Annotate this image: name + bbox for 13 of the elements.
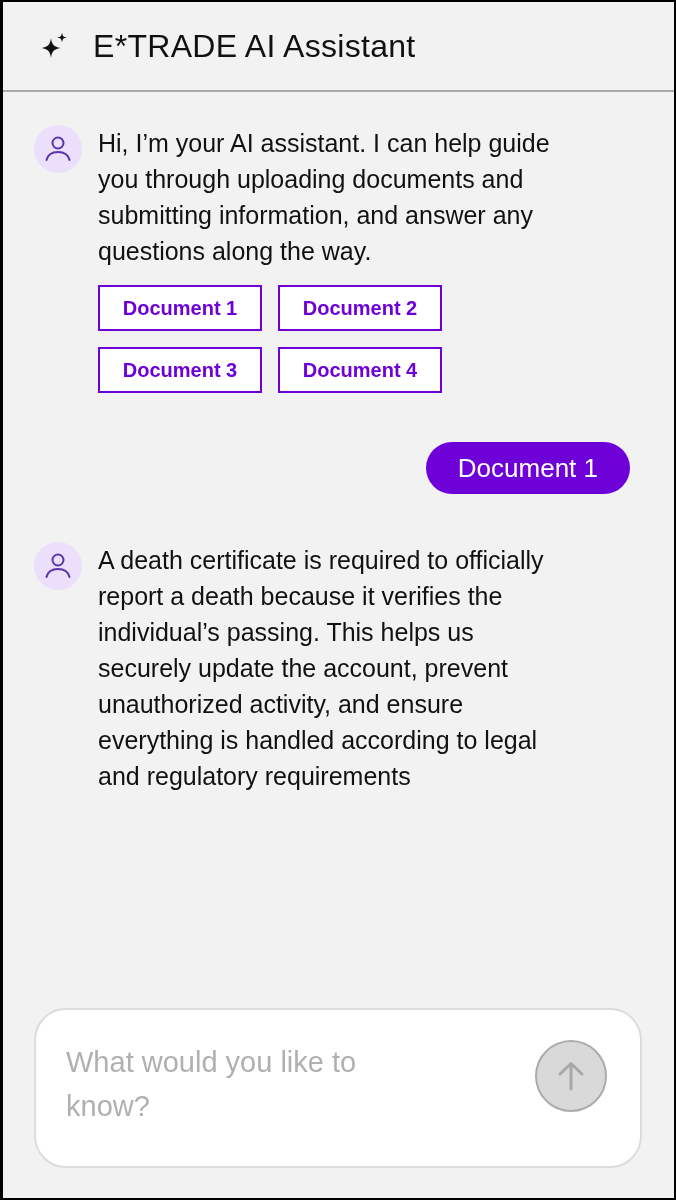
window-title: E*TRADE AI Assistant	[93, 27, 416, 66]
document-option-button[interactable]: Document 1	[98, 285, 262, 331]
document-option-button[interactable]: Document 3	[98, 347, 262, 393]
message-field[interactable]: What would you like to know?	[34, 1008, 642, 1168]
assistant-avatar-icon	[34, 125, 82, 173]
message-text: Hi, I’m your AI assistant. I can help guide you through uploading documents and submitting information, and answer any questions along the way.	[98, 128, 551, 267]
message-text: A death certificate is required to officially report a death because it verifies the individual’s passing. This helps us securely update the account, prevent unauthorized activity, and ensure everything is handled according to legal and regulatory requirements	[98, 545, 545, 792]
document-option-button[interactable]: Document 2	[278, 285, 442, 331]
arrow-up-icon	[557, 1061, 585, 1091]
message-input[interactable]: What would you like to know?	[66, 1040, 416, 1128]
document-option-button[interactable]: Document 4	[278, 347, 442, 393]
user-message: Document 1	[425, 442, 630, 494]
assistant-avatar-icon	[34, 542, 82, 590]
